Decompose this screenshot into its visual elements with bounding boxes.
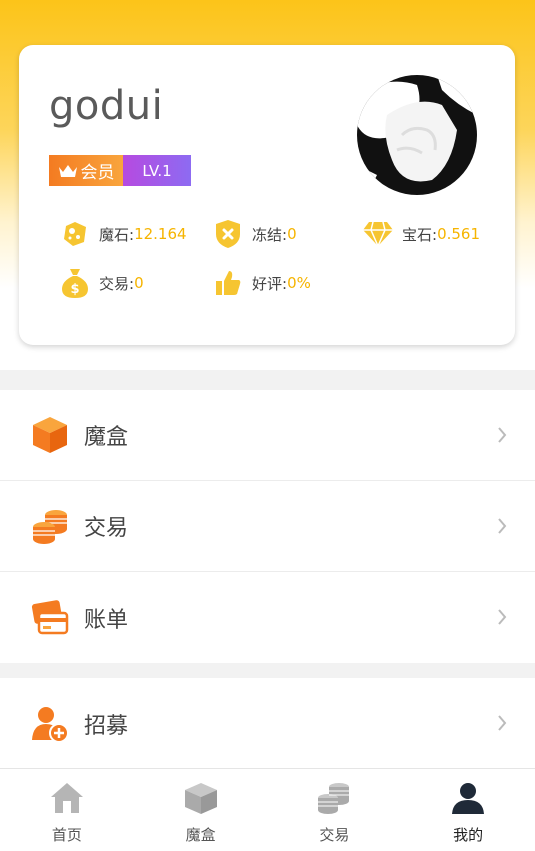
stat-gem-value: 0.561 (437, 225, 481, 243)
menu-item-trade-label: 交易 (84, 516, 129, 541)
tab-mine-label: 我的 (453, 826, 484, 844)
stat-mostone: 魔石: 12.164 (59, 218, 187, 250)
tab-trade-label: 交易 (319, 826, 350, 844)
home-icon (50, 783, 83, 813)
member-badge-label: 会员 (80, 163, 115, 183)
chevron-right-icon (498, 427, 507, 443)
stat-rating-label: 好评: (252, 274, 288, 293)
menu-item-bill-label: 账单 (84, 607, 129, 633)
tab-magic-box-label: 魔盒 (185, 826, 216, 844)
box-icon (28, 413, 72, 457)
tab-home-label: 首页 (51, 826, 82, 844)
money-bag-icon: $ (59, 267, 91, 299)
stat-gem-label: 宝石: (402, 225, 438, 244)
stat-frozen-label: 冻结: (252, 225, 288, 244)
stat-frozen-value: 0 (287, 225, 297, 243)
level-badge: LV.1 (123, 155, 191, 186)
tab-trade[interactable]: 交易 (268, 769, 402, 851)
card-icon (28, 596, 72, 640)
menu-item-trade[interactable]: 交易 (0, 481, 535, 572)
stat-rating: 好评: 0% (212, 267, 311, 299)
tab-home[interactable]: 首页 (0, 769, 134, 851)
menu-section-main: 魔盒 交易 账单 (0, 390, 535, 663)
bottom-tab-bar: 首页 魔盒 交易 我的 (0, 768, 535, 851)
menu-section-recruit: 招募 (0, 678, 535, 769)
stat-mostone-label: 魔石: (99, 225, 135, 244)
stat-trade-value: 0 (134, 274, 144, 292)
crown-icon (58, 164, 77, 177)
username: godui (49, 83, 164, 129)
menu-item-magic-box-label: 魔盒 (84, 425, 129, 450)
menu-item-bill[interactable]: 账单 (0, 572, 535, 663)
stat-frozen: 冻结: 0 (212, 218, 297, 250)
shield-icon (212, 218, 244, 250)
ore-icon (59, 218, 91, 250)
stat-rating-value: 0% (287, 274, 311, 292)
stat-trade-label: 交易: (99, 274, 135, 293)
stat-trade: $ 交易: 0 (59, 267, 144, 299)
menu-item-recruit-label: 招募 (84, 713, 129, 739)
stat-gem: 宝石: 0.561 (362, 218, 480, 250)
stat-mostone-value: 12.164 (134, 225, 187, 243)
chevron-right-icon (498, 715, 507, 731)
menu-item-recruit[interactable]: 招募 (0, 678, 535, 769)
member-badge[interactable]: 会员 (49, 155, 123, 186)
tab-mine[interactable]: 我的 (401, 769, 535, 851)
level-badge-label: LV.1 (142, 161, 172, 180)
svg-text:$: $ (70, 282, 79, 297)
thumbs-up-icon (212, 267, 244, 299)
badges: 会员 LV.1 (49, 155, 191, 186)
chevron-right-icon (498, 609, 507, 625)
box-icon (184, 783, 217, 814)
coins-icon (28, 504, 72, 548)
profile-card: godui 会员 LV.1 魔石: 12.164 冻结: 0 宝石: 0.561… (19, 45, 515, 345)
chevron-right-icon (498, 518, 507, 534)
tab-magic-box[interactable]: 魔盒 (134, 769, 268, 851)
avatar[interactable] (357, 75, 477, 195)
add-user-icon (28, 702, 72, 746)
user-icon (452, 783, 485, 814)
coins-icon (318, 783, 350, 814)
diamond-icon (362, 218, 394, 250)
menu-item-magic-box[interactable]: 魔盒 (0, 390, 535, 481)
